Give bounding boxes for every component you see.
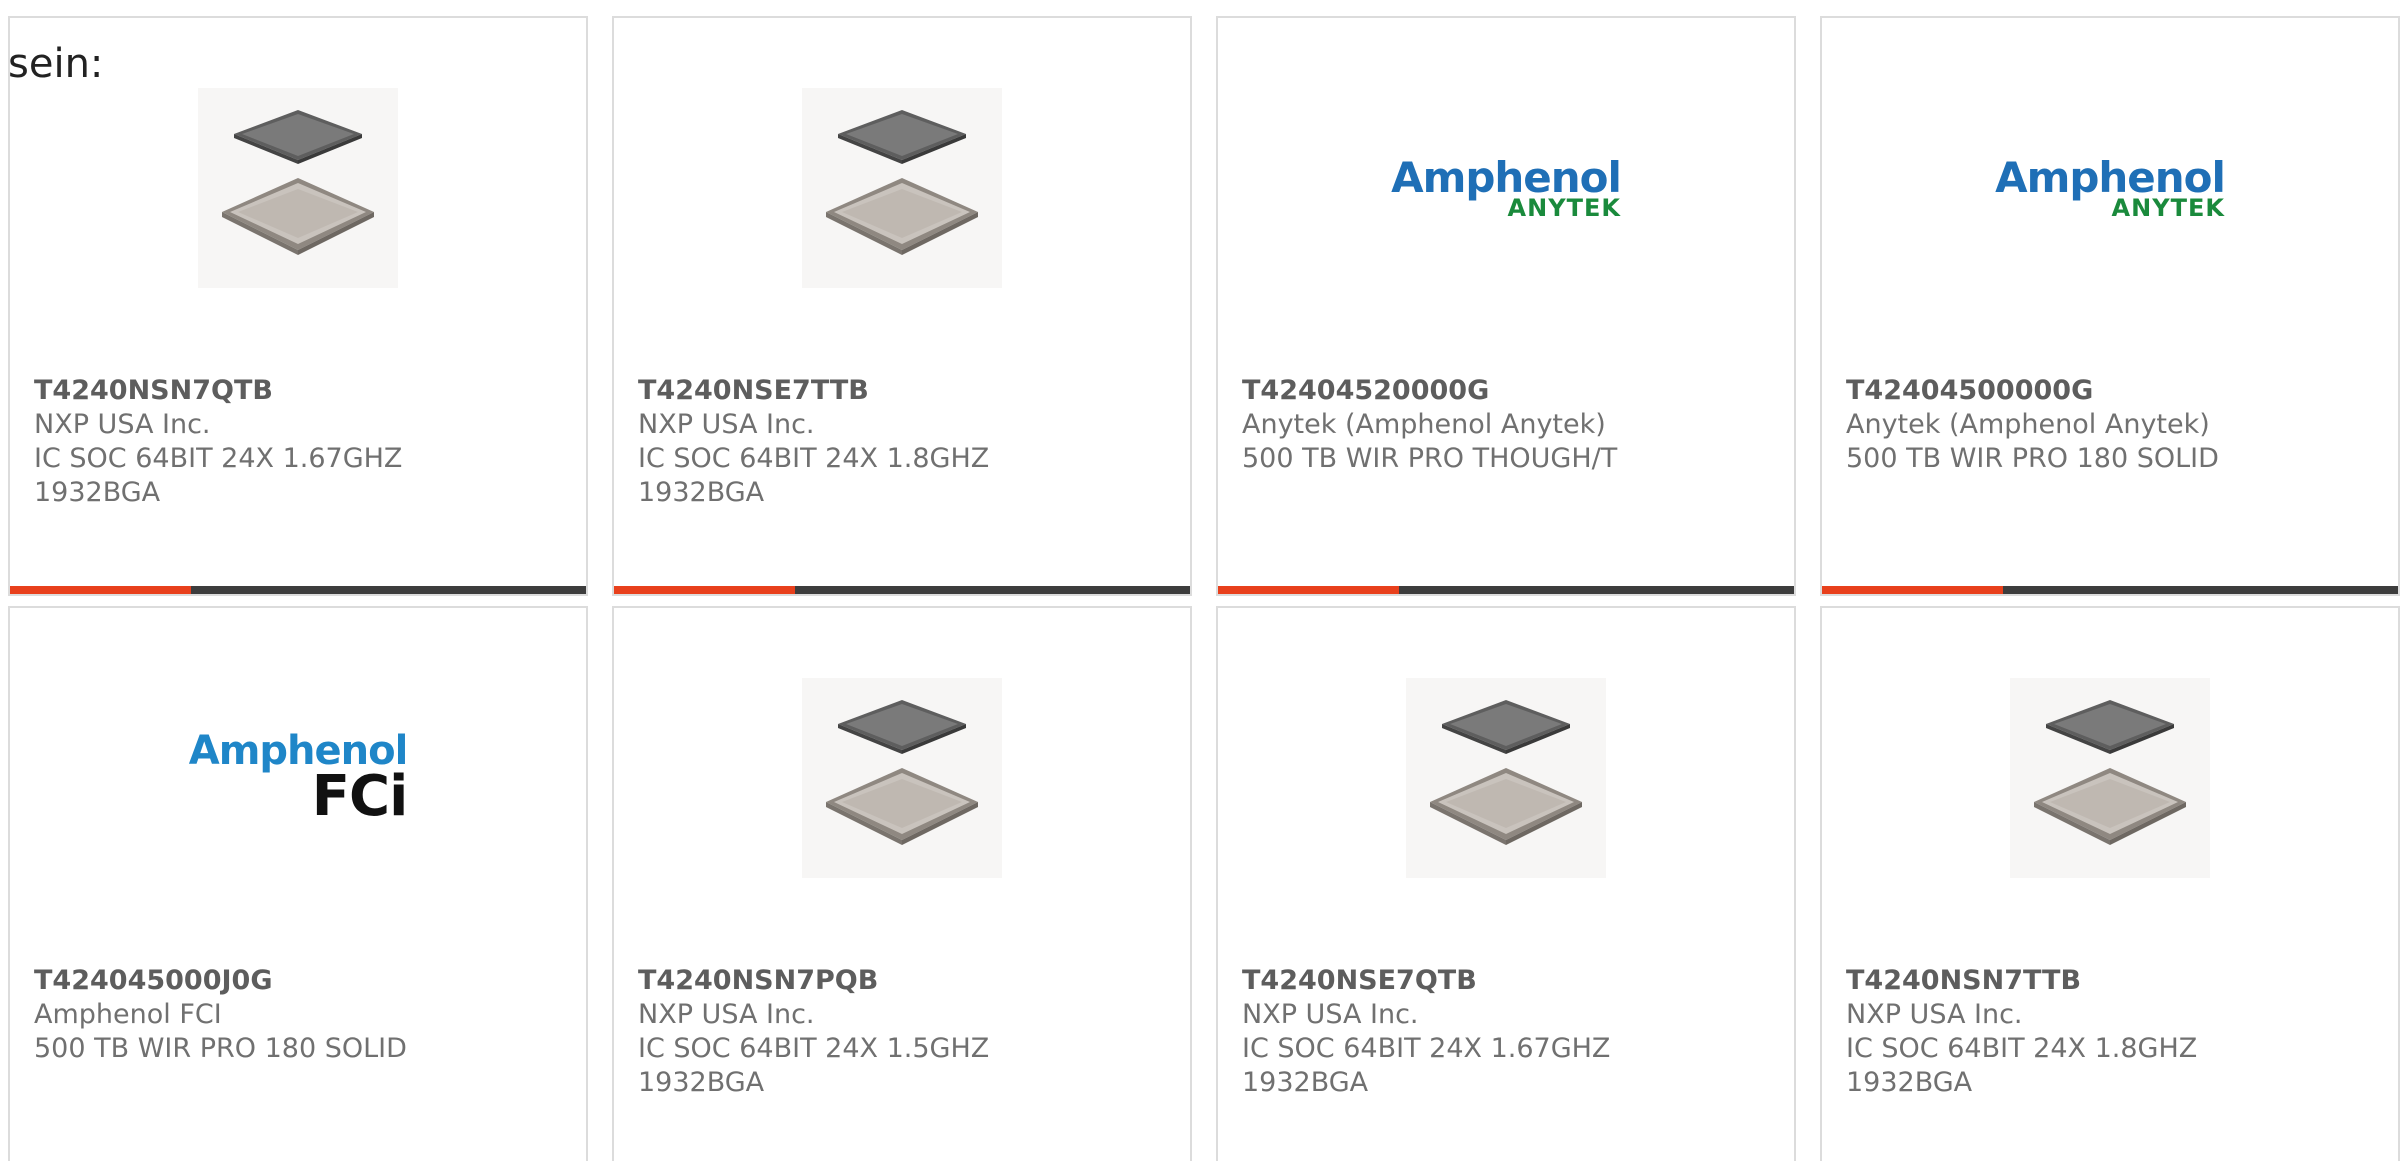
part-number-link[interactable]: T4240NSN7PQB [638,964,1174,998]
product-image[interactable] [1406,678,1606,878]
manufacturer-name: NXP USA Inc. [1846,999,2023,1030]
product-image[interactable] [802,678,1002,878]
product-description: IC SOC 64BIT 24X 1.67GHZ [1242,1033,1611,1064]
chip-package-icon [802,678,1002,878]
product-image[interactable]: Amphenol FCi [189,678,409,878]
product-info: T4240NSN7PQB NXP USA Inc. IC SOC 64BIT 24X… [638,964,1174,1100]
product-description: IC SOC 64BIT 24X 1.8GHZ [638,443,990,474]
chip-package-icon [802,88,1002,288]
amphenol-fci-logo: Amphenol FCi [188,728,409,829]
part-number-link[interactable]: T4240NSE7QTB [1242,964,1778,998]
product-card[interactable]: Amphenol ANYTEK T42404520000G Anytek (Amphe… [1216,16,1796,596]
part-number-link[interactable]: T42404520000G [1242,374,1778,408]
part-number-link[interactable]: T42404500000G [1846,374,2382,408]
card-footer-accent [1218,586,1400,594]
part-number-link[interactable]: T424045000J0G [34,964,570,998]
card-footer-accent [1822,586,2004,594]
product-info: T42404500000G Anytek (Amphenol Anytek) 500… [1846,374,2382,476]
amphenol-anytek-logo: Amphenol ANYTEK [1995,152,2226,222]
product-image[interactable] [2010,678,2210,878]
card-footer-accent [10,586,192,594]
product-image[interactable] [802,88,1002,288]
product-card[interactable]: T4240NSE7TTB NXP USA Inc. IC SOC 64BIT 24X… [612,16,1192,596]
product-description: 500 TB WIR PRO THOUGH/T [1242,443,1618,474]
manufacturer-name: Anytek (Amphenol Anytek) [1846,409,2210,440]
product-description: 1932BGA [638,477,765,508]
part-number-link[interactable]: T4240NSE7TTB [638,374,1174,408]
amphenol-anytek-logo: Amphenol ANYTEK [1391,152,1622,222]
product-description: 1932BGA [1242,1067,1369,1098]
chip-package-icon [1406,678,1606,878]
card-footer-bar [10,586,586,594]
chip-package-icon [198,88,398,288]
card-footer-bar [1822,586,2398,594]
product-card[interactable]: T4240NSN7QTB NXP USA Inc. IC SOC 64BIT 24X… [8,16,588,596]
product-info: T4240NSN7TTB NXP USA Inc. IC SOC 64BIT 24X… [1846,964,2382,1100]
product-card[interactable]: T4240NSN7PQB NXP USA Inc. IC SOC 64BIT 24X… [612,606,1192,1161]
product-description: 500 TB WIR PRO 180 SOLID [1846,443,2219,474]
product-description: IC SOC 64BIT 24X 1.67GHZ [34,443,403,474]
product-info: T424045000J0G Amphenol FCI 500 TB WIR PRO … [34,964,570,1066]
intro-text: sein: [8,41,104,87]
part-number-link[interactable]: T4240NSN7TTB [1846,964,2382,998]
product-card[interactable]: Amphenol ANYTEK T42404500000G Anytek (Amphe… [1820,16,2400,596]
product-info: T4240NSE7TTB NXP USA Inc. IC SOC 64BIT 24X… [638,374,1174,510]
product-description: 1932BGA [638,1067,765,1098]
chip-package-icon [2010,678,2210,878]
product-info: T4240NSN7QTB NXP USA Inc. IC SOC 64BIT 24X… [34,374,570,510]
product-image[interactable]: Amphenol ANYTEK [1391,88,1622,288]
product-card[interactable]: Amphenol FCi T424045000J0G Amphenol FCI 500 … [8,606,588,1161]
manufacturer-name: NXP USA Inc. [34,409,211,440]
product-info: T42404520000G Anytek (Amphenol Anytek) 500… [1242,374,1778,476]
product-description: IC SOC 64BIT 24X 1.8GHZ [1846,1033,2198,1064]
product-description: IC SOC 64BIT 24X 1.5GHZ [638,1033,990,1064]
manufacturer-name: Anytek (Amphenol Anytek) [1242,409,1606,440]
card-footer-bar [614,586,1190,594]
manufacturer-name: Amphenol FCI [34,999,222,1030]
product-image[interactable]: Amphenol ANYTEK [1995,88,2226,288]
product-description: 1932BGA [1846,1067,1973,1098]
product-info: T4240NSE7QTB NXP USA Inc. IC SOC 64BIT 24X… [1242,964,1778,1100]
manufacturer-name: NXP USA Inc. [638,409,815,440]
product-card[interactable]: T4240NSN7TTB NXP USA Inc. IC SOC 64BIT 24X… [1820,606,2400,1161]
manufacturer-name: NXP USA Inc. [1242,999,1419,1030]
manufacturer-name: NXP USA Inc. [638,999,815,1030]
card-footer-accent [614,586,796,594]
product-card[interactable]: T4240NSE7QTB NXP USA Inc. IC SOC 64BIT 24X… [1216,606,1796,1161]
card-footer-bar [1218,586,1794,594]
product-description: 500 TB WIR PRO 180 SOLID [34,1033,407,1064]
product-description: 1932BGA [34,477,161,508]
product-image[interactable] [198,88,398,288]
part-number-link[interactable]: T4240NSN7QTB [34,374,570,408]
